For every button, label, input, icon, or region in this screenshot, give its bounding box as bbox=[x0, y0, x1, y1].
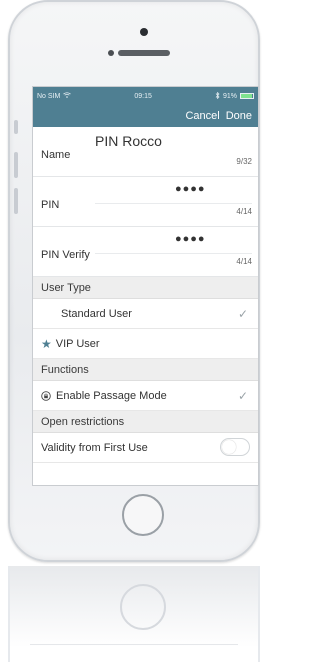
vip-user-label: VIP User bbox=[55, 337, 100, 350]
pin-verify-underline bbox=[95, 253, 252, 254]
pin-underline bbox=[95, 203, 252, 204]
navigation-bar: Cancel Done bbox=[33, 105, 258, 127]
validity-first-use-label: Validity from First Use bbox=[41, 441, 148, 454]
open-restrictions-header: Open restrictions bbox=[33, 411, 258, 433]
status-right: 91% bbox=[215, 91, 254, 101]
validity-first-use-toggle[interactable] bbox=[220, 438, 250, 456]
pin-field[interactable]: ●●●● bbox=[175, 183, 206, 195]
passage-mode-label: Enable Passage Mode bbox=[56, 389, 167, 402]
pin-label: PIN bbox=[41, 199, 60, 211]
toggle-knob bbox=[222, 440, 236, 454]
phone-reflection bbox=[8, 566, 260, 662]
lock-circle-icon bbox=[41, 390, 51, 401]
earpiece-speaker bbox=[118, 50, 170, 56]
passage-mode-option[interactable]: Enable Passage Mode ✓ bbox=[33, 381, 258, 411]
validity-first-use-row: Validity from First Use bbox=[33, 433, 258, 463]
phone-frame: No SIM 09:15 91% Cancel Done Name PIN Ro… bbox=[8, 0, 260, 562]
pin-verify-field[interactable]: ●●●● bbox=[175, 233, 206, 245]
name-label: Name bbox=[41, 149, 71, 161]
checkmark-icon: ✓ bbox=[237, 389, 248, 403]
carrier-label: No SIM bbox=[37, 92, 61, 100]
volume-down-button bbox=[14, 188, 18, 214]
star-icon: ★ bbox=[41, 336, 52, 351]
battery-fill bbox=[240, 94, 252, 98]
vip-user-option[interactable]: ★ VIP User bbox=[33, 329, 258, 359]
mute-switch bbox=[14, 120, 18, 134]
checkmark-icon: ✓ bbox=[237, 307, 248, 321]
volume-up-button bbox=[14, 152, 18, 178]
front-camera bbox=[140, 28, 148, 36]
wifi-icon bbox=[63, 92, 72, 100]
pin-char-count: 4/14 bbox=[236, 207, 252, 216]
name-row: Name PIN Rocco 9/32 bbox=[33, 127, 258, 177]
done-button[interactable]: Done bbox=[226, 110, 252, 122]
cancel-button[interactable]: Cancel bbox=[185, 110, 219, 122]
pin-verify-row: PIN Verify ●●●● 4/14 bbox=[33, 227, 258, 277]
battery-percent: 91% bbox=[222, 92, 237, 100]
pin-row: PIN ●●●● 4/14 bbox=[33, 177, 258, 227]
home-button-reflection bbox=[120, 584, 166, 630]
bluetooth-icon bbox=[215, 91, 220, 101]
standard-user-option[interactable]: Standard User ✓ bbox=[33, 299, 258, 329]
user-type-header: User Type bbox=[33, 277, 258, 299]
standard-user-label: Standard User bbox=[61, 307, 132, 320]
proximity-sensor bbox=[108, 50, 114, 56]
name-char-count: 9/32 bbox=[236, 157, 252, 166]
app-screen: No SIM 09:15 91% Cancel Done Name PIN Ro… bbox=[32, 86, 259, 486]
pin-verify-label: PIN Verify bbox=[41, 249, 90, 261]
functions-header: Functions bbox=[33, 359, 258, 381]
status-left: No SIM bbox=[37, 92, 72, 100]
battery-icon bbox=[239, 93, 254, 99]
status-bar: No SIM 09:15 91% bbox=[33, 87, 258, 105]
reflection-edge bbox=[30, 644, 238, 645]
pin-verify-char-count: 4/14 bbox=[236, 257, 252, 266]
home-button[interactable] bbox=[122, 494, 164, 536]
status-time: 09:15 bbox=[134, 92, 152, 100]
name-field[interactable]: PIN Rocco bbox=[95, 133, 162, 149]
